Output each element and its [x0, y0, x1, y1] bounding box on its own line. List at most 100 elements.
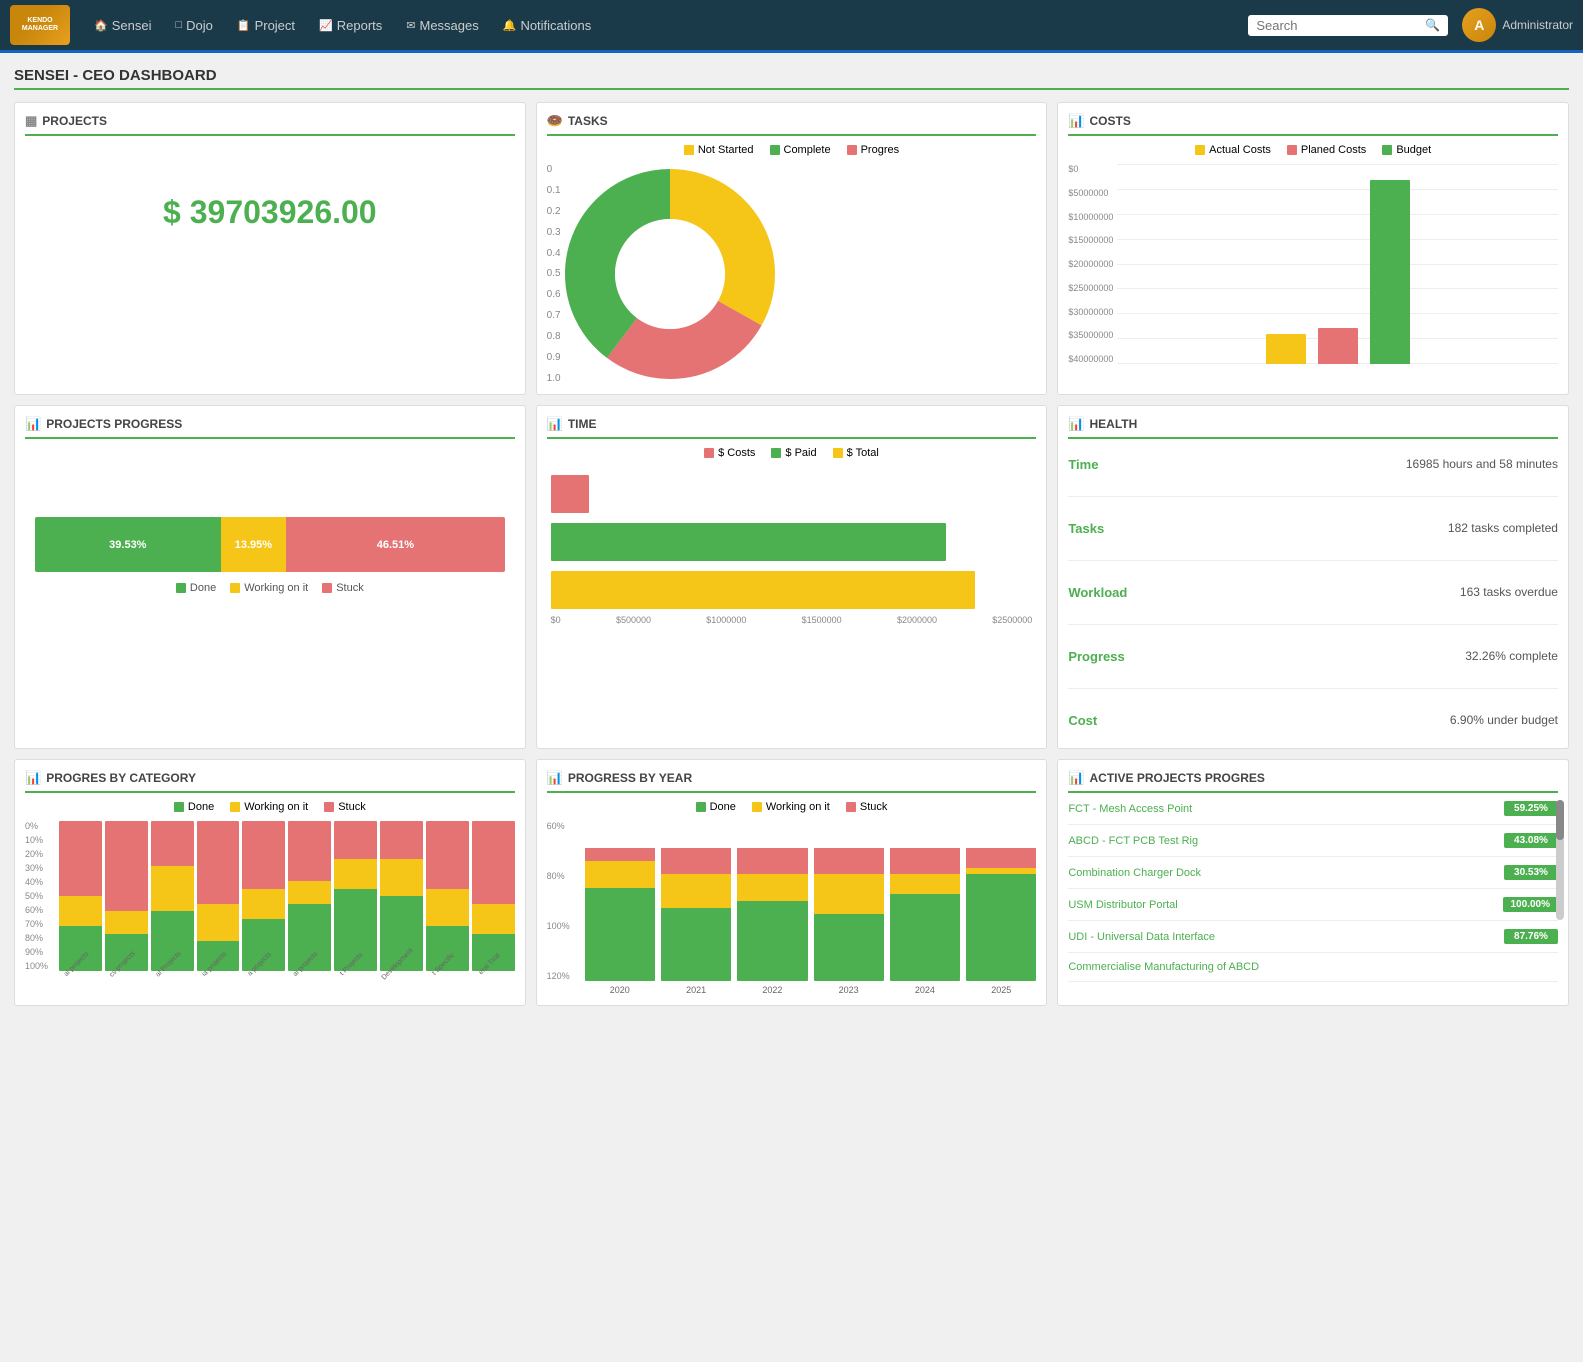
dashboard-row-1: ▦ PROJECTS $ 39703926.00 🍩 TASKS Not Sta… [14, 102, 1569, 395]
yr-stuck-seg [585, 848, 655, 861]
active-project-name[interactable]: Combination Charger Dock [1068, 867, 1496, 879]
costs-title-label: COSTS [1090, 114, 1131, 128]
projects-progress-card: 📊 PROJECTS PROGRESS 39.53% 13.95% 46.51%… [14, 405, 526, 749]
year-legend-stuck: Stuck [846, 801, 888, 813]
legend-paid: $ Paid [771, 447, 816, 459]
cat-y-axis: 100% 90% 80% 70% 60% 50% 40% 30% 20% 10%… [25, 821, 57, 971]
yr-stuck-seg [737, 848, 807, 875]
planned-bar [1318, 328, 1358, 364]
yr-done-seg [737, 901, 807, 981]
projects-card-title: ▦ PROJECTS [25, 113, 515, 136]
active-list: FCT - Mesh Access Point 59.25% ABCD - FCT … [1068, 801, 1558, 982]
cat-chart-area: 100% 90% 80% 70% 60% 50% 40% 30% 20% 10%… [25, 821, 515, 984]
projects-value: $ 39703926.00 [25, 144, 515, 281]
active-project-name[interactable]: ABCD - FCT PCB Test Rig [1068, 835, 1496, 847]
nav-messages-label: Messages [419, 18, 478, 33]
yr-working-seg [661, 874, 731, 907]
time-card: 📊 TIME $ Costs $ Paid $ Total [536, 405, 1048, 749]
category-card-title: 📊 PROGRES BY CATEGORY [25, 770, 515, 793]
dashboard-row-2: 📊 PROJECTS PROGRESS 39.53% 13.95% 46.51%… [14, 405, 1569, 749]
time-bars [551, 475, 1033, 609]
year-legend-done: Done [696, 801, 736, 813]
cat-bar-col [472, 821, 515, 971]
search-box[interactable]: 🔍 [1248, 15, 1448, 36]
main-content: SENSEI - CEO DASHBOARD ▦ PROJECTS $ 3970… [0, 53, 1583, 1020]
cat-bar-col [242, 821, 285, 971]
active-project-name[interactable]: USM Distributor Portal [1068, 899, 1494, 911]
scrollbar[interactable] [1556, 800, 1564, 920]
active-project-name[interactable]: FCT - Mesh Access Point [1068, 803, 1496, 815]
legend-not-started: Not Started [684, 144, 754, 156]
brand-logo-area[interactable]: KENDOMANAGER [10, 5, 70, 45]
costs-chart-icon: 📊 [1068, 113, 1084, 129]
health-progress-label: Progress [1068, 649, 1124, 664]
working-seg [472, 904, 515, 934]
budget-dot [1382, 145, 1392, 155]
active-divider [1068, 920, 1558, 921]
navbar: KENDOMANAGER 🏠 Sensei □ Dojo 📋 Project 📈… [0, 0, 1583, 50]
cat-title-label: PROGRES BY CATEGORY [46, 771, 196, 785]
yr-done-seg [585, 888, 655, 981]
cat-bar-col [59, 821, 102, 971]
working-dot [230, 583, 240, 593]
search-input[interactable] [1256, 18, 1419, 33]
nav-sensei[interactable]: 🏠 Sensei [84, 12, 161, 39]
complete-label: Complete [784, 144, 831, 156]
yr-x-label: 2022 [737, 985, 807, 995]
scrollbar-thumb[interactable] [1556, 800, 1564, 840]
costs-time-bar [551, 475, 590, 513]
yr-working-seg [585, 861, 655, 888]
active-project-name[interactable]: Commercialise Manufacturing of ABCD [1068, 961, 1558, 973]
active-badge: 59.25% [1504, 801, 1558, 816]
legend-total: $ Total [833, 447, 879, 459]
tasks-card-title: 🍩 TASKS [547, 113, 1037, 136]
pp-done-segment: 39.53% [35, 517, 221, 572]
projects-card: ▦ PROJECTS $ 39703926.00 [14, 102, 526, 395]
pp-card-title: 📊 PROJECTS PROGRESS [25, 416, 515, 439]
active-badge: 100.00% [1503, 897, 1558, 912]
yr-x-label: 2025 [966, 985, 1036, 995]
pp-legend-stuck: Stuck [322, 582, 364, 594]
costs-time-label: $ Costs [718, 447, 755, 459]
total-label: $ Total [847, 447, 879, 459]
working-seg [59, 896, 102, 926]
time-x-labels: $0 $500000 $1000000 $1500000 $2000000 $2… [551, 615, 1033, 625]
project-icon: 📋 [237, 19, 251, 32]
cat-bar-col [334, 821, 377, 971]
year-bar-col [966, 821, 1036, 981]
active-project-name[interactable]: UDI - Universal Data Interface [1068, 931, 1496, 943]
dojo-icon: □ [175, 19, 182, 31]
complete-dot [770, 145, 780, 155]
time-bars-area [551, 475, 1033, 609]
year-bars-container [585, 821, 1037, 981]
donut-container [565, 164, 775, 384]
year-bar-col [661, 821, 731, 981]
nav-reports[interactable]: 📈 Reports [309, 12, 392, 39]
year-bars-area: 202020212022202320242025 [585, 821, 1037, 995]
dashboard-row-3: 📊 PROGRES BY CATEGORY Done Working on it… [14, 759, 1569, 1006]
nav-messages[interactable]: ✉ Messages [396, 12, 488, 39]
avatar: A [1462, 8, 1496, 42]
pp-working-segment: 13.95% [221, 517, 287, 572]
paid-dot [771, 448, 781, 458]
nav-notifications[interactable]: 🔔 Notifications [493, 12, 602, 39]
cat-bars-area: al projectscs projectsal Projectsia proj… [59, 821, 515, 984]
cat-legend: Done Working on it Stuck [25, 801, 515, 813]
active-badge: 43.08% [1504, 833, 1558, 848]
legend-complete: Complete [770, 144, 831, 156]
pp-stacked-bar: 39.53% 13.95% 46.51% [35, 517, 505, 572]
cat-legend-done: Done [174, 801, 214, 813]
nav-dojo[interactable]: □ Dojo [165, 12, 222, 39]
active-item: Commercialise Manufacturing of ABCD [1068, 961, 1558, 973]
stuck-seg [59, 821, 102, 896]
costs-card-title: 📊 COSTS [1068, 113, 1558, 136]
health-time-label: Time [1068, 457, 1098, 472]
costs-y-axis: $40000000 $35000000 $30000000 $25000000 … [1068, 164, 1113, 364]
active-divider [1068, 888, 1558, 889]
category-card: 📊 PROGRES BY CATEGORY Done Working on it… [14, 759, 526, 1006]
nav-project[interactable]: 📋 Project [227, 12, 305, 39]
active-item: Combination Charger Dock30.53% [1068, 865, 1558, 880]
year-card-title: 📊 PROGRESS BY YEAR [547, 770, 1037, 793]
user-area[interactable]: A Administrator [1462, 8, 1573, 42]
progres-dot [847, 145, 857, 155]
